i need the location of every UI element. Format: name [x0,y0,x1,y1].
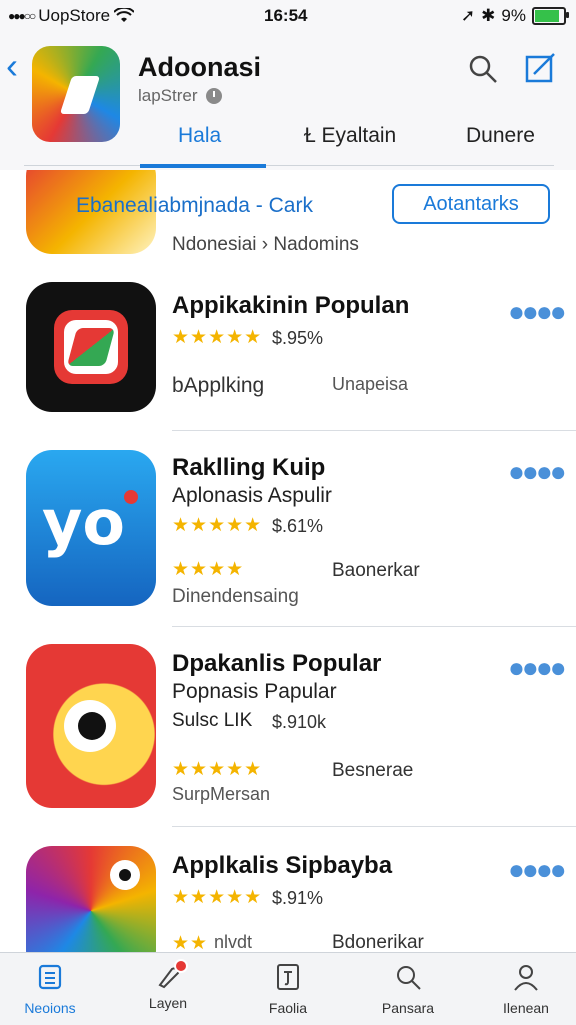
app-name: Applkalis Sipbayba [172,852,393,879]
app-header: ‹ Adoonasi lapStrer Hala Ɫ Eyaltain Dune… [0,34,576,170]
app-rank: Sulsc LIK [172,710,253,731]
carrier-label: UopStore [38,6,111,25]
app-meta: SurpMersan [172,784,271,804]
bluetooth-icon: ✱ [481,6,496,25]
signal-icon: ●●●○○ [8,9,36,23]
search-icon[interactable] [468,54,498,84]
app-subtitle: Popnasis Papular [172,680,337,703]
tab-label: Faolia [268,1000,308,1016]
more-icon[interactable]: ●●●● [508,654,567,682]
app-name: Raklling Kuip [172,454,326,481]
compose-icon[interactable] [524,52,556,84]
tab-neoions[interactable]: Neoions [0,957,100,1016]
app-name: Dpakanlis Popular [172,650,382,677]
status-bar: ●●●○○ UopStore 16:54 ➚ ✱ 9% [0,0,576,32]
app-price: $.910k [272,712,327,732]
battery-percent: 9% [501,6,526,25]
list-item[interactable]: Dpakanlis Popular ●●●● Popnasis Papular … [0,628,576,828]
segment-tabs: Hala Ɫ Eyaltain Dunere [0,116,576,168]
app-icon [26,846,156,952]
app-price: $.61% [272,516,324,536]
tab-eyaltain[interactable]: Ɫ Eyaltain [304,124,396,148]
app-name: Appikakinin Populan [172,292,410,319]
rating-stars: ★★★★★ [172,887,263,908]
list-item[interactable]: Appikakinin Populan ●●●● ★★★★★ $.95% bAp… [0,270,576,432]
location-icon: ➚ [460,6,476,25]
app-meta: Unapeisa [332,374,409,394]
tab-label: Ilenean [503,1000,549,1016]
tab-label: Neoions [24,1000,76,1016]
row-divider [172,626,576,627]
tab-divider [24,165,554,166]
profile-icon [514,965,538,991]
rating-stars-secondary: ★★ [172,933,209,952]
page-subtitle: lapStrer [138,86,222,106]
app-icon [26,644,156,808]
tab-layen[interactable]: Layen [118,957,218,1011]
banner-text: Ebanealiabmjnada - Cark [76,194,313,217]
app-icon [26,282,156,412]
rating-stars: ★★★★★ [172,515,263,536]
bottom-tab-bar: Neoions Layen Faolia Pansara Ilenean [0,952,576,1025]
app-price: $.95% [272,328,324,348]
rating-stars: ★★★★★ [172,759,263,780]
tab-ilenean[interactable]: Ilenean [476,957,576,1016]
document-icon [277,964,299,990]
app-category: Bdonerikar [332,932,424,952]
app-partial-text: nlvdt [214,932,253,952]
tab-pansara[interactable]: Pansara [358,957,458,1016]
rating-stars-secondary: ★★★★ [172,559,245,580]
wifi-icon [114,8,135,22]
tab-dunere[interactable]: Dunere [466,124,535,148]
rating-stars: ★★★★★ [172,327,263,348]
page-title: Adoonasi [138,52,262,82]
more-icon[interactable]: ●●●● [508,458,567,486]
search-icon [397,966,421,990]
tab-hala[interactable]: Hala [178,124,221,148]
back-chevron-icon[interactable]: ‹ [6,48,18,84]
clock-icon [205,88,222,104]
rocket-icon [154,959,188,991]
list-item[interactable]: Applkalis Sipbayba ●●●● ★★★★★ $.91% ★★ n… [0,828,576,952]
app-meta: Dinendensaing [172,586,299,607]
tab-label: Layen [148,995,188,1011]
app-icon: yo [26,450,156,606]
banner-action-button[interactable]: Aotantarks [392,184,550,224]
row-divider [172,430,576,431]
status-time: 16:54 [264,6,308,25]
tab-label: Pansara [381,1000,435,1016]
app-subtitle: Aplonasis Aspulir [172,484,332,507]
banner-subtitle: Ndonesiai › Nadomins [172,234,359,255]
battery-icon [532,7,569,25]
app-category: Baonerkar [332,560,420,581]
list-item[interactable]: yo Raklling Kuip ●●●● Aplonasis Aspulir … [0,432,576,628]
app-price: $.91% [272,888,324,908]
app-list: Ebanealiabmjnada - Cark Aotantarks Ndone… [0,170,576,952]
tab-faolia[interactable]: Faolia [238,957,338,1016]
more-icon[interactable]: ●●●● [508,856,567,884]
row-divider [172,826,576,827]
more-icon[interactable]: ●●●● [508,298,567,326]
notification-badge [174,959,188,973]
app-category: Besnerae [332,760,414,781]
active-tab-indicator [140,164,266,168]
today-icon [38,964,62,990]
app-category: bApplking [172,374,265,397]
subtitle-text: lapStrer [138,86,198,105]
banner-row[interactable]: Ebanealiabmjnada - Cark Aotantarks Ndone… [0,170,576,260]
